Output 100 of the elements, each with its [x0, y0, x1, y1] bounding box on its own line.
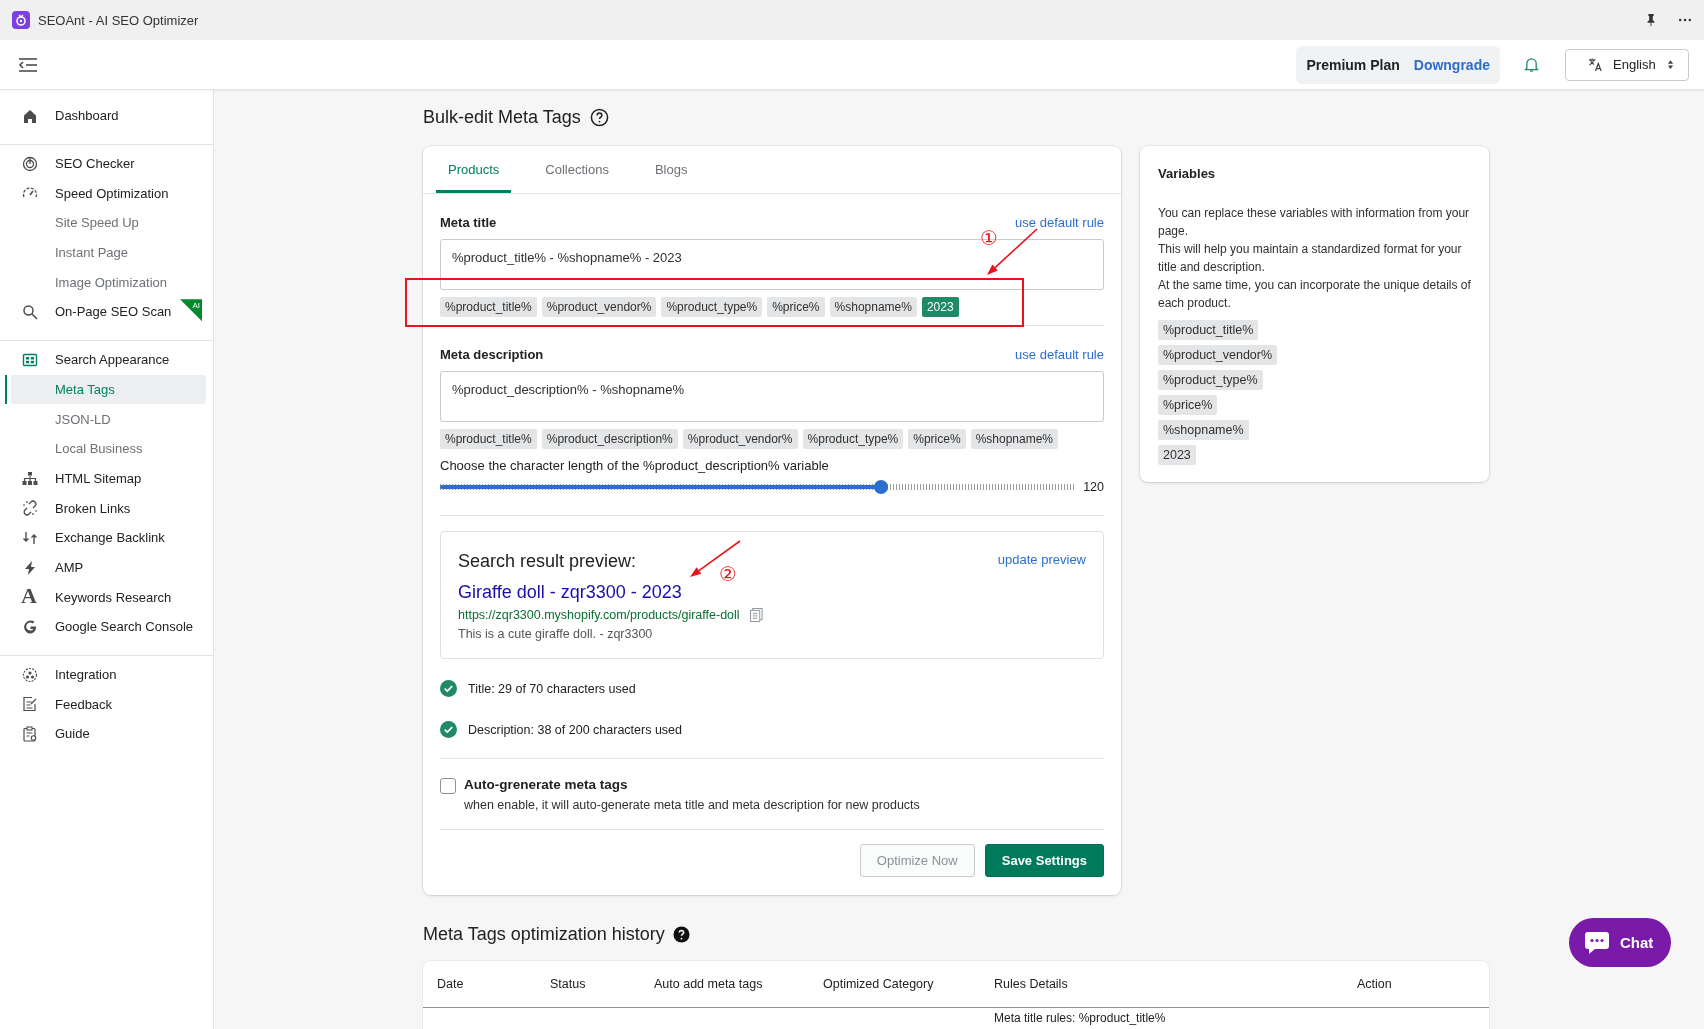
- swap-icon: [22, 529, 38, 546]
- feedback-icon: [22, 696, 38, 713]
- sidebar-item[interactable]: Local Business: [5, 433, 206, 464]
- sitemap-icon: [22, 470, 38, 487]
- variable-tag[interactable]: %price%: [767, 297, 825, 317]
- copy-icon[interactable]: [749, 608, 763, 622]
- annotation-number: ②: [719, 563, 737, 585]
- sidebar-item[interactable]: Site Speed Up: [5, 208, 206, 238]
- section-title: Meta Tags optimization history: [423, 923, 665, 945]
- variable-tag: %shopname%: [1158, 420, 1249, 440]
- app-logo-icon: [12, 11, 30, 29]
- column-header: Action: [1357, 977, 1393, 991]
- sidebar-item[interactable]: Integration: [5, 659, 206, 690]
- sidebar-item[interactable]: AMP: [5, 552, 206, 583]
- variable-tag[interactable]: %product_vendor%: [682, 429, 798, 449]
- letter-icon: A: [21, 584, 37, 609]
- field-label: Meta title: [440, 214, 497, 230]
- column-header: Date: [437, 977, 465, 991]
- help-text: when enable, it will auto-generate meta title and meta description for new products: [464, 798, 920, 812]
- sort-icon: [1667, 59, 1674, 70]
- sidebar-item[interactable]: Image Optimization: [5, 267, 206, 298]
- plan-name: Premium Plan: [1306, 56, 1400, 73]
- column-header: Rules Details: [994, 977, 1069, 991]
- variable-tag: %price%: [1158, 395, 1218, 415]
- sidebar-item[interactable]: Meta Tags: [5, 374, 206, 405]
- variable-tag[interactable]: %product_title%: [440, 297, 537, 317]
- variables-description: You can replace these variables with information from your page. This will help you maintain a standardized format for your title and description. At the same time, you can incorporate the unique details of each product.: [1158, 205, 1472, 312]
- sidebar-item[interactable]: A Keywords Research: [5, 582, 206, 612]
- meta-description-field[interactable]: %product_description% - %shopname%: [440, 371, 1104, 422]
- default-rule-link[interactable]: use default rule: [1015, 214, 1104, 230]
- broken-link-icon: [22, 500, 38, 517]
- sidebar-item[interactable]: Speed Optimization: [5, 178, 206, 209]
- field-label: Meta description: [440, 346, 544, 362]
- checkbox-label: Auto-grenerate meta tags: [464, 777, 629, 792]
- tab[interactable]: Products: [436, 146, 512, 193]
- app-title: SEOAnt - AI SEO Optimizer: [38, 12, 199, 28]
- check-circle-icon: [440, 721, 457, 738]
- slider-thumb[interactable]: [873, 480, 888, 494]
- tab[interactable]: Collections: [533, 146, 621, 193]
- sidebar-item[interactable]: Dashboard: [5, 101, 206, 131]
- slider-caption: Choose the character length of the %product_description% variable: [440, 458, 830, 473]
- variable-tag: %product_title%: [1158, 320, 1259, 340]
- help-icon[interactable]: [589, 107, 609, 127]
- sidebar-item[interactable]: Instant Page: [5, 237, 206, 268]
- chat-bubble-icon: [1584, 930, 1610, 955]
- character-count: Title: 29 of 70 characters used: [468, 681, 636, 696]
- menu-collapse-icon[interactable]: [18, 56, 38, 73]
- column-header: Status: [550, 977, 587, 991]
- variable-tag[interactable]: %product_title%: [440, 429, 537, 449]
- sidebar-item[interactable]: Exchange Backlink: [5, 522, 206, 553]
- variable-tag[interactable]: 2023: [921, 297, 959, 317]
- sidebar-item[interactable]: Feedback: [5, 689, 206, 720]
- variable-tag[interactable]: %product_vendor%: [541, 297, 657, 317]
- target-icon: [22, 155, 38, 172]
- variable-tag[interactable]: %shopname%: [970, 429, 1058, 449]
- search-icon: [22, 304, 38, 321]
- sidebar-item[interactable]: SEO Checker: [5, 148, 206, 179]
- column-header: Optimized Category: [823, 977, 935, 991]
- character-count: Description: 38 of 200 characters used: [468, 722, 682, 737]
- ai-badge: AI: [180, 299, 202, 322]
- network-icon: [22, 666, 38, 683]
- translate-icon: [1588, 57, 1603, 72]
- column-header: Auto add meta tags: [654, 977, 764, 991]
- bell-icon[interactable]: [1524, 56, 1539, 73]
- result-snippet: This is a cute giraffe doll. - zqr3300: [458, 627, 654, 641]
- table-cell-text: Meta title rules: %product_title%: [994, 1011, 1167, 1025]
- language-select[interactable]: English: [1565, 48, 1689, 81]
- sidebar-item[interactable]: On-Page SEO Scan AI: [5, 297, 206, 327]
- result-url: https://zqr3300.myshopify.com/products/giraffe-doll: [458, 608, 740, 622]
- sidebar-item[interactable]: Guide: [5, 719, 206, 749]
- variable-tag[interactable]: %product_type%: [802, 429, 904, 449]
- downgrade-link[interactable]: Downgrade: [1413, 56, 1490, 73]
- variable-tag[interactable]: %product_type%: [661, 297, 763, 317]
- update-preview-link[interactable]: update preview: [997, 552, 1086, 567]
- sidebar-item[interactable]: Broken Links: [5, 493, 206, 523]
- sidebar-item[interactable]: HTML Sitemap: [5, 463, 206, 494]
- save-button[interactable]: Save Settings: [984, 844, 1104, 877]
- sidebar-item[interactable]: Search Appearance: [5, 344, 206, 375]
- page-title: Bulk-edit Meta Tags: [423, 106, 581, 128]
- variable-tag[interactable]: %price%: [908, 429, 966, 449]
- check-circle-icon: [440, 680, 457, 697]
- grid-icon: [22, 351, 38, 368]
- home-icon: [22, 108, 38, 124]
- variable-tag: %product_type%: [1158, 370, 1263, 390]
- bolt-icon: [22, 559, 38, 576]
- tab[interactable]: Blogs: [642, 146, 700, 193]
- variable-tag[interactable]: %shopname%: [829, 297, 917, 317]
- result-title-link[interactable]: Giraffe doll - zqr3300 - 2023: [458, 582, 682, 603]
- variable-tag[interactable]: %product_description%: [541, 429, 678, 449]
- chat-button[interactable]: Chat: [1569, 918, 1672, 967]
- preview-heading: Search result preview:: [458, 551, 637, 572]
- sidebar-item[interactable]: JSON-LD: [5, 404, 206, 434]
- default-rule-link[interactable]: use default rule: [1015, 346, 1104, 362]
- card-title: Variables: [1158, 166, 1217, 181]
- variable-tag: %product_vendor%: [1158, 345, 1278, 365]
- slider-value: 120: [1083, 480, 1104, 494]
- g-icon: [22, 619, 38, 635]
- help-icon[interactable]: [672, 925, 690, 943]
- checkbox[interactable]: [440, 778, 456, 794]
- sidebar-item[interactable]: Google Search Console: [5, 612, 206, 642]
